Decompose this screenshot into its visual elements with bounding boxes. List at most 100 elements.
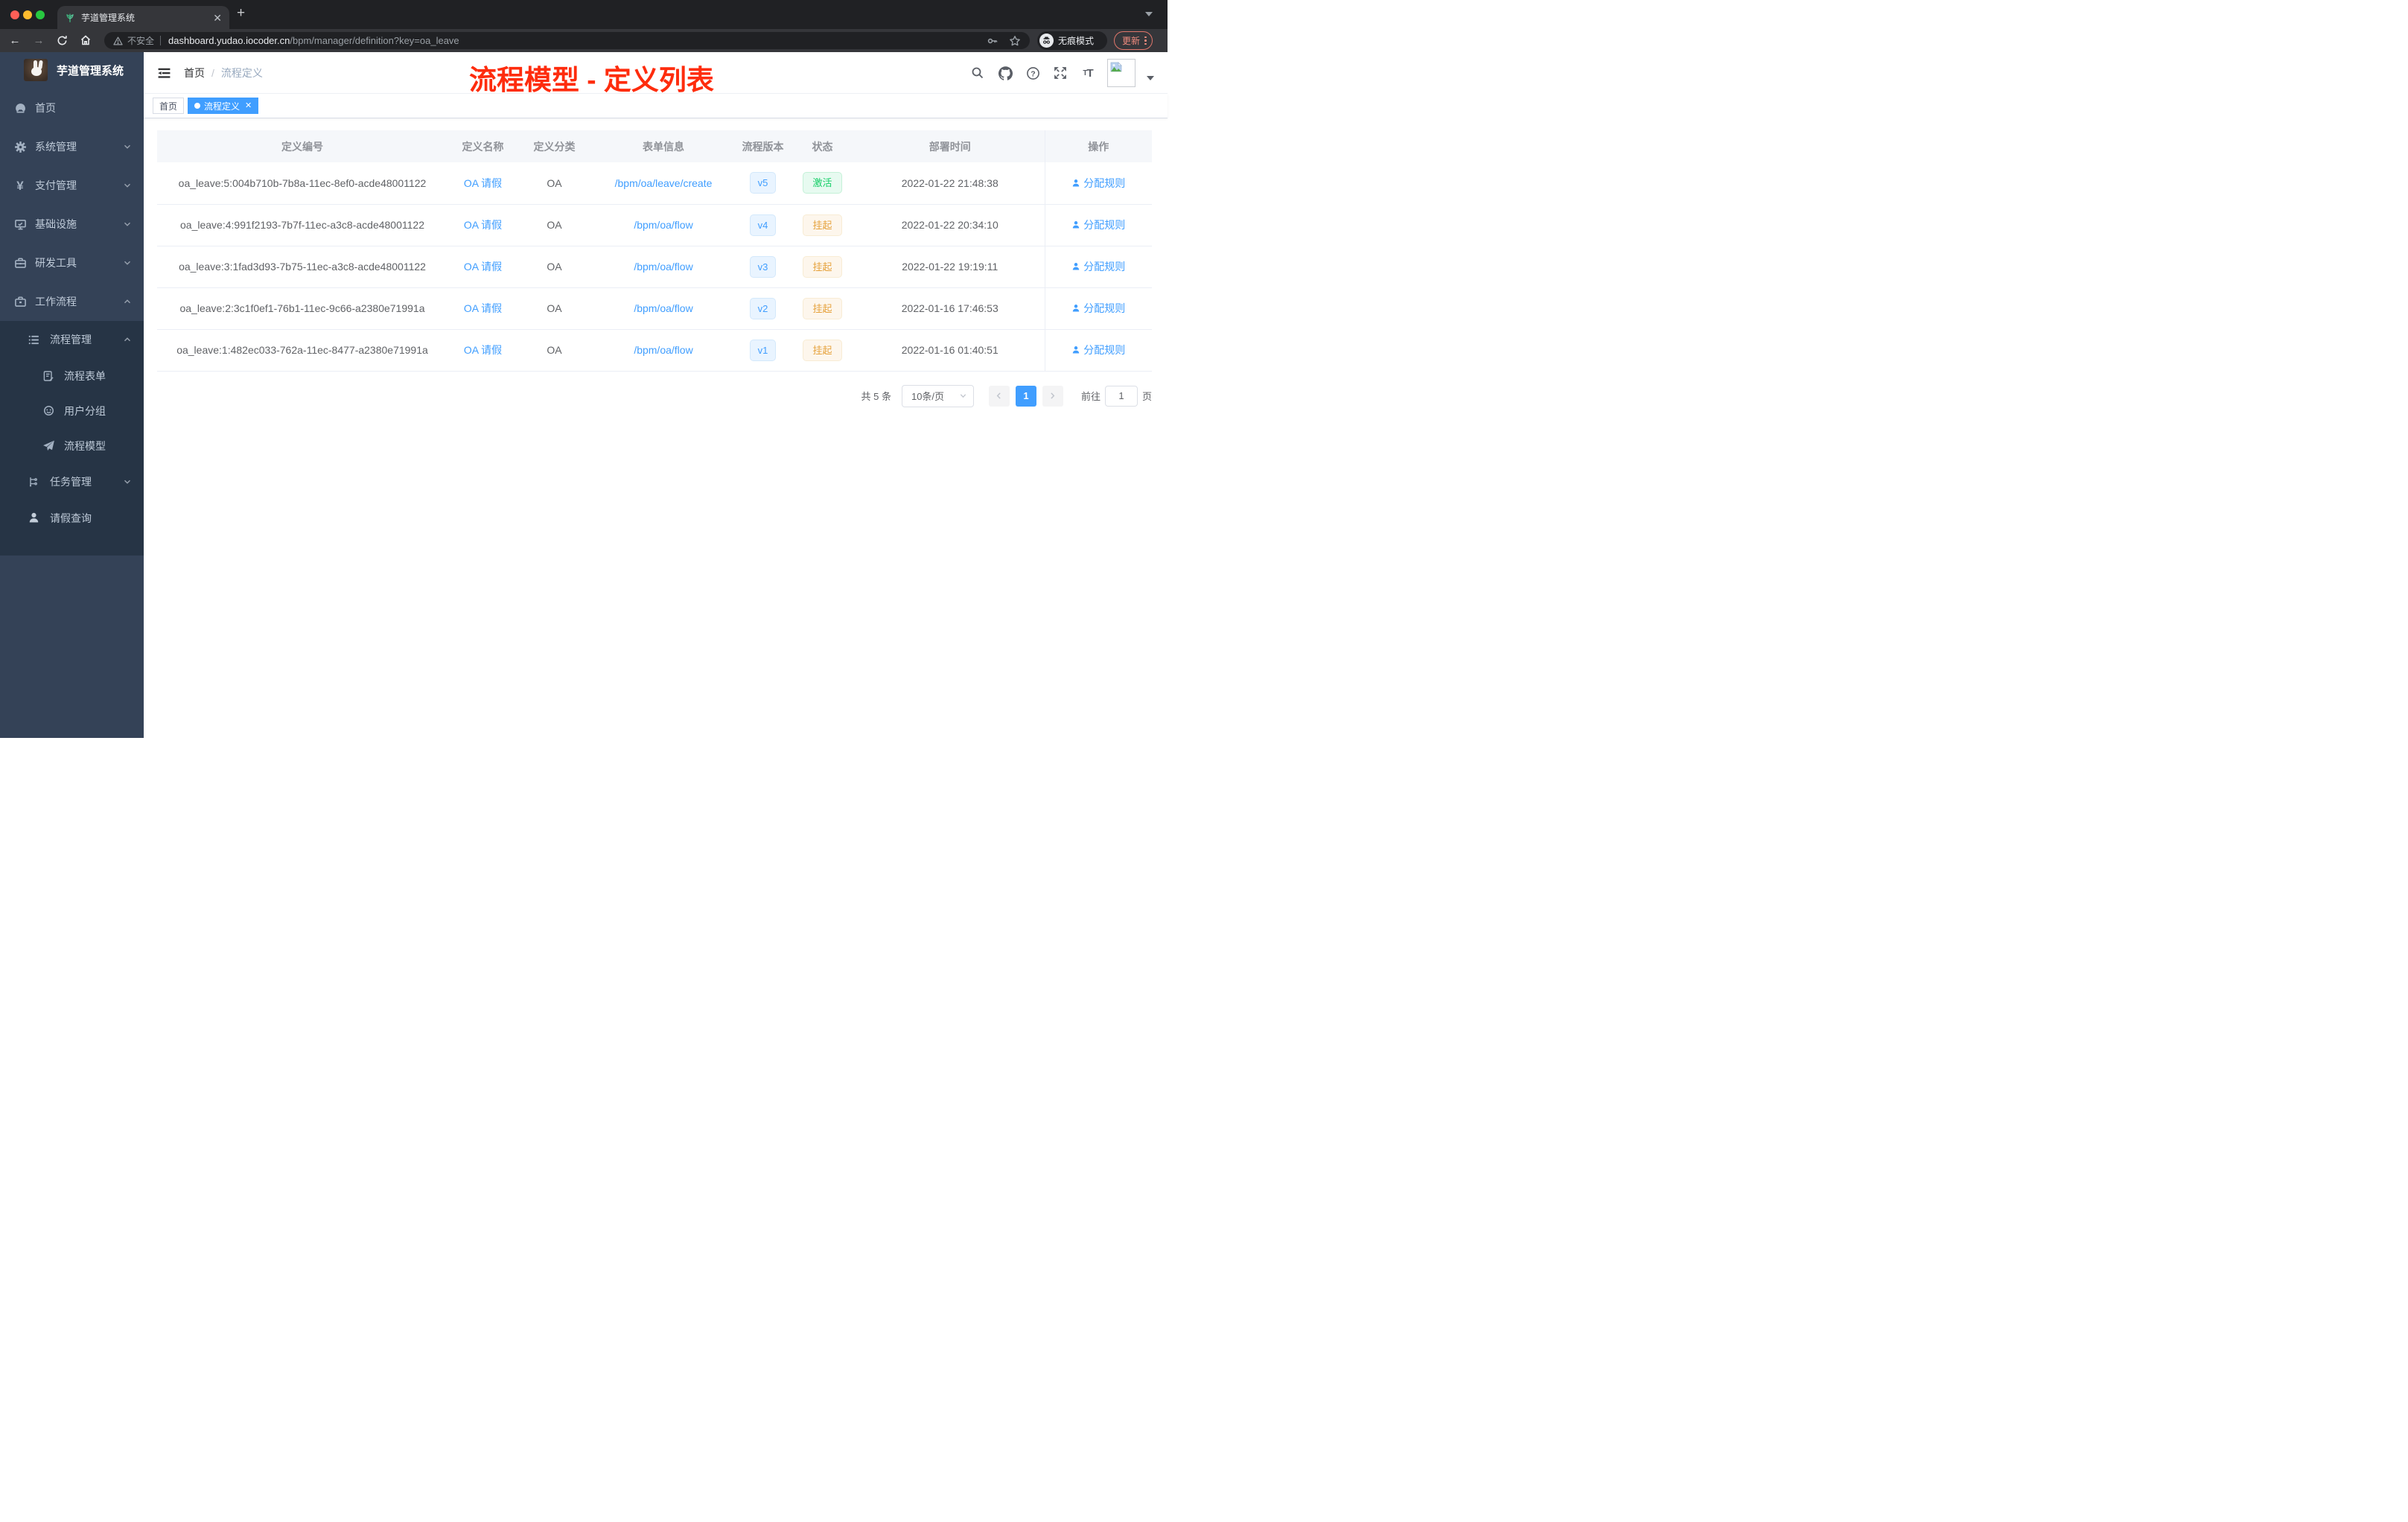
assign-rule-link[interactable]: 分配规则 bbox=[1071, 259, 1125, 274]
deploy-time: 2022-01-16 17:46:53 bbox=[856, 287, 1045, 330]
help-question-icon[interactable]: ? bbox=[1025, 65, 1041, 81]
browser-tab[interactable]: 芋道管理系统 ✕ bbox=[57, 6, 229, 29]
new-tab-button[interactable]: + bbox=[237, 5, 245, 22]
sidebar-item-system[interactable]: 系统管理 bbox=[0, 127, 144, 166]
next-page-button[interactable] bbox=[1042, 385, 1063, 407]
app-logo-row[interactable]: 芋道管理系统 bbox=[0, 52, 144, 88]
macos-minimize-button[interactable] bbox=[23, 10, 32, 19]
browser-update-button[interactable]: 更新 bbox=[1114, 31, 1153, 50]
tag-process-definition[interactable]: 流程定义 ✕ bbox=[188, 98, 259, 114]
hamburger-icon[interactable] bbox=[153, 63, 174, 83]
font-size-icon[interactable]: TT bbox=[1080, 65, 1096, 81]
sidebar-item-process-management[interactable]: 流程管理 bbox=[0, 321, 144, 358]
active-dot-icon bbox=[194, 103, 201, 109]
version-badge: v4 bbox=[749, 214, 777, 236]
assign-rule-link[interactable]: 分配规则 bbox=[1071, 176, 1125, 191]
user-icon bbox=[1073, 179, 1080, 187]
browser-toolbar: ← → 不安全 dashboard.yudao.iocoder.cn /bpm/… bbox=[0, 29, 1168, 52]
deploy-time: 2022-01-22 19:19:11 bbox=[856, 246, 1045, 288]
password-key-icon[interactable] bbox=[987, 35, 998, 47]
form-link[interactable]: /bpm/oa/flow bbox=[634, 344, 692, 356]
definition-name-link[interactable]: OA 请假 bbox=[464, 302, 502, 314]
sidebar-item-infrastructure[interactable]: 基础设施 bbox=[0, 205, 144, 243]
assign-rule-link[interactable]: 分配规则 bbox=[1071, 217, 1125, 232]
forward-icon[interactable]: → bbox=[30, 31, 48, 49]
current-page-button[interactable]: 1 bbox=[1015, 385, 1036, 407]
table-row: oa_leave:2:3c1f0ef1-76b1-11ec-9c66-a2380… bbox=[157, 287, 1152, 330]
assign-rule-link[interactable]: 分配规则 bbox=[1071, 343, 1125, 357]
sidebar-item-dev-tools[interactable]: 研发工具 bbox=[0, 243, 144, 282]
sidebar-item-payment[interactable]: ¥ 支付管理 bbox=[0, 166, 144, 205]
back-icon[interactable]: ← bbox=[6, 31, 24, 49]
chevron-up-icon bbox=[123, 335, 132, 344]
app-title: 芋道管理系统 bbox=[57, 64, 124, 77]
goto-page-input[interactable] bbox=[1104, 385, 1138, 407]
sidebar-item-leave-query[interactable]: 请假查询 bbox=[0, 500, 144, 536]
definition-name-link[interactable]: OA 请假 bbox=[464, 344, 502, 356]
table-header-row: 定义编号 定义名称 定义分类 表单信息 流程版本 状态 部署时间 操作 bbox=[157, 130, 1152, 162]
page-size-select[interactable]: 10条/页 bbox=[901, 384, 974, 407]
col-header-form-info: 表单信息 bbox=[590, 130, 736, 162]
sidebar-item-process-form[interactable]: 流程表单 bbox=[0, 358, 144, 393]
breadcrumb: 首页 / 流程定义 bbox=[184, 52, 263, 94]
address-divider bbox=[160, 36, 162, 45]
sidebar-item-user-group[interactable]: 用户分组 bbox=[0, 393, 144, 428]
definition-name-link[interactable]: OA 请假 bbox=[464, 261, 502, 273]
version-badge: v5 bbox=[749, 172, 777, 194]
fullscreen-icon[interactable] bbox=[1052, 65, 1068, 81]
assign-rule-link[interactable]: 分配规则 bbox=[1071, 301, 1125, 316]
avatar-dropdown-caret-icon[interactable] bbox=[1147, 76, 1154, 80]
url-domain: dashboard.yudao.iocoder.cn bbox=[168, 35, 290, 46]
tasks-icon bbox=[27, 475, 40, 488]
deploy-time: 2022-01-22 21:48:38 bbox=[856, 162, 1045, 205]
sidebar-item-process-model[interactable]: 流程模型 bbox=[0, 428, 144, 463]
address-bar[interactable]: 不安全 dashboard.yudao.iocoder.cn /bpm/mana… bbox=[104, 32, 1030, 49]
user-icon bbox=[1073, 263, 1080, 270]
version-badge: v2 bbox=[749, 297, 777, 319]
prev-page-button[interactable] bbox=[988, 385, 1010, 407]
table-row: oa_leave:4:991f2193-7b7f-11ec-a3c8-acde4… bbox=[157, 204, 1152, 246]
sidebar-item-workflow[interactable]: 工作流程 bbox=[0, 282, 144, 321]
col-header-process-version: 流程版本 bbox=[736, 130, 789, 162]
tab-search-caret-icon[interactable] bbox=[1145, 12, 1153, 16]
chevron-down-icon bbox=[123, 258, 132, 267]
form-link[interactable]: /bpm/oa/flow bbox=[634, 219, 692, 231]
search-icon[interactable] bbox=[969, 65, 986, 81]
chevron-up-icon bbox=[123, 297, 132, 306]
pagination: 共 5 条 10条/页 1 前往 页 bbox=[157, 384, 1152, 407]
github-icon[interactable] bbox=[997, 65, 1013, 81]
definition-id: oa_leave:3:1fad3d93-7b75-11ec-a3c8-acde4… bbox=[157, 246, 447, 288]
deploy-time: 2022-01-16 01:40:51 bbox=[856, 329, 1045, 372]
pagination-total: 共 5 条 bbox=[861, 391, 891, 402]
browser-menu-dots-icon[interactable] bbox=[1144, 36, 1147, 45]
update-label: 更新 bbox=[1122, 36, 1141, 46]
form-link[interactable]: /bpm/oa/flow bbox=[634, 302, 692, 314]
sidebar-item-home[interactable]: 首页 bbox=[0, 89, 144, 127]
tag-close-icon[interactable]: ✕ bbox=[245, 101, 252, 110]
deploy-time: 2022-01-22 20:34:10 bbox=[856, 204, 1045, 246]
definition-category: OA bbox=[518, 204, 590, 246]
avatar[interactable] bbox=[1107, 59, 1135, 87]
macos-close-button[interactable] bbox=[10, 10, 19, 19]
reload-icon[interactable] bbox=[53, 31, 71, 49]
sidebar-item-task-management[interactable]: 任务管理 bbox=[0, 463, 144, 500]
navbar-actions: ? TT bbox=[969, 52, 1154, 94]
user-icon bbox=[1073, 346, 1080, 354]
bookmark-star-icon[interactable] bbox=[1009, 35, 1021, 47]
home-icon[interactable] bbox=[77, 31, 95, 49]
form-link[interactable]: /bpm/oa/leave/create bbox=[615, 177, 713, 189]
breadcrumb-separator: / bbox=[211, 67, 214, 79]
table-row: oa_leave:3:1fad3d93-7b75-11ec-a3c8-acde4… bbox=[157, 246, 1152, 288]
status-badge: 挂起 bbox=[803, 214, 842, 236]
form-link[interactable]: /bpm/oa/flow bbox=[634, 261, 692, 273]
paper-plane-icon bbox=[42, 439, 55, 453]
tag-home[interactable]: 首页 bbox=[153, 98, 185, 114]
briefcase-icon bbox=[13, 295, 27, 308]
definition-name-link[interactable]: OA 请假 bbox=[464, 177, 502, 189]
tab-close-icon[interactable]: ✕ bbox=[213, 13, 222, 23]
breadcrumb-home[interactable]: 首页 bbox=[184, 66, 205, 80]
definition-category: OA bbox=[518, 162, 590, 205]
macos-zoom-button[interactable] bbox=[36, 10, 45, 19]
workflow-submenu: 流程管理 流程表单 用户分组 流程模型 任务管理 请假查询 bbox=[0, 321, 144, 555]
definition-name-link[interactable]: OA 请假 bbox=[464, 219, 502, 231]
